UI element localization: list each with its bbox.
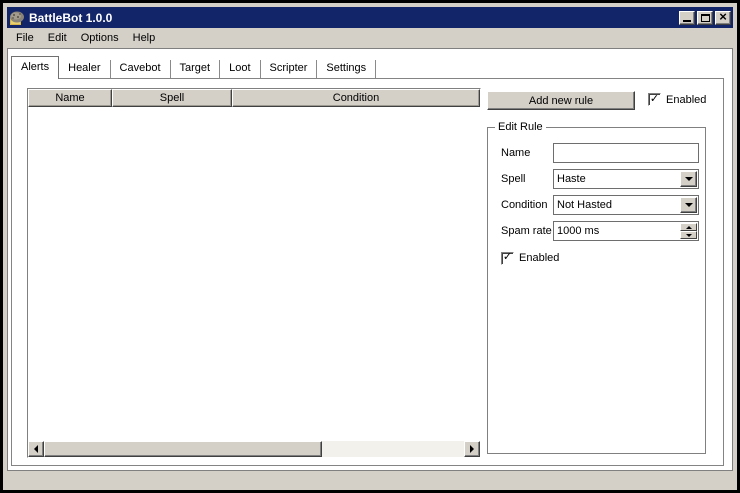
name-input[interactable] [553, 143, 699, 163]
spell-combobox[interactable]: Haste [553, 169, 699, 189]
client-area: Alerts Healer Cavebot Target Loot Script… [7, 48, 733, 471]
spin-up-button[interactable] [680, 223, 697, 231]
tab-loot[interactable]: Loot [220, 60, 260, 78]
spam-rate-spinner [553, 221, 699, 241]
spin-down-button[interactable] [680, 231, 697, 239]
menu-item-help[interactable]: Help [126, 30, 163, 46]
tab-cavebot[interactable]: Cavebot [111, 60, 171, 78]
spell-label: Spell [501, 173, 553, 185]
master-enabled-label: Enabled [666, 94, 706, 106]
dropdown-arrow-icon [685, 203, 693, 211]
close-button[interactable]: × [715, 11, 731, 25]
spell-dropdown-button[interactable] [680, 171, 697, 187]
condition-row: Condition Not Hasted [501, 195, 699, 215]
column-header-name[interactable]: Name [28, 89, 112, 107]
alerts-tab-page: Name Spell Condition Add new rule ✓ [11, 78, 724, 466]
maximize-button[interactable] [697, 11, 713, 25]
menu-item-edit[interactable]: Edit [41, 30, 74, 46]
spam-rate-input[interactable] [554, 222, 679, 240]
add-new-rule-button[interactable]: Add new rule [487, 91, 635, 110]
edit-rule-legend: Edit Rule [495, 121, 546, 133]
check-icon: ✓ [503, 252, 512, 263]
minimize-button[interactable] [679, 11, 695, 25]
scroll-track[interactable] [44, 441, 464, 457]
maximize-icon [701, 14, 710, 22]
app-icon [9, 10, 25, 26]
scroll-thumb[interactable] [44, 441, 322, 457]
dropdown-arrow-icon [685, 177, 693, 185]
spam-rate-label: Spam rate [501, 225, 553, 237]
scroll-left-icon [30, 445, 38, 453]
titlebar[interactable]: BattleBot 1.0.0 × [7, 7, 733, 28]
spam-rate-row: Spam rate [501, 221, 699, 241]
tab-settings[interactable]: Settings [317, 60, 376, 78]
spell-value: Haste [554, 170, 679, 188]
window-title: BattleBot 1.0.0 [29, 11, 112, 25]
rules-list-body[interactable] [28, 107, 480, 441]
spell-row: Spell Haste [501, 169, 699, 189]
edit-rule-group: Edit Rule Name Spell Haste Condition Not [487, 127, 706, 454]
condition-value: Not Hasted [554, 196, 679, 214]
column-header-spell[interactable]: Spell [112, 89, 232, 107]
scroll-left-button[interactable] [28, 441, 44, 457]
master-enabled-checkbox[interactable]: ✓ [648, 93, 661, 106]
rules-list: Name Spell Condition [27, 88, 481, 458]
spam-rate-spin-buttons [680, 223, 697, 239]
tab-healer[interactable]: Healer [59, 60, 110, 78]
horizontal-scrollbar [28, 441, 480, 457]
rule-enabled-row: ✓ Enabled [501, 248, 559, 268]
check-icon: ✓ [650, 94, 659, 105]
tab-alerts[interactable]: Alerts [11, 56, 59, 79]
scroll-right-button[interactable] [464, 441, 480, 457]
tab-target[interactable]: Target [171, 60, 221, 78]
condition-label: Condition [501, 199, 553, 211]
app-window: BattleBot 1.0.0 × File Edit Options Help… [3, 3, 737, 490]
rule-enabled-label: Enabled [519, 252, 559, 264]
name-label: Name [501, 147, 553, 159]
close-icon: × [719, 12, 727, 22]
minimize-icon [683, 20, 691, 22]
name-row: Name [501, 143, 699, 163]
tab-strip: Alerts Healer Cavebot Target Loot Script… [11, 56, 376, 78]
menubar: File Edit Options Help [7, 28, 733, 48]
condition-dropdown-button[interactable] [680, 197, 697, 213]
rules-list-header: Name Spell Condition [28, 89, 480, 107]
caption-buttons: × [679, 11, 731, 25]
column-header-condition[interactable]: Condition [232, 89, 480, 107]
scroll-right-icon [470, 445, 478, 453]
spin-up-icon [686, 223, 692, 229]
menu-item-options[interactable]: Options [74, 30, 126, 46]
master-enabled-row: ✓ Enabled [648, 93, 706, 106]
rule-enabled-checkbox[interactable]: ✓ [501, 252, 514, 265]
condition-combobox[interactable]: Not Hasted [553, 195, 699, 215]
menu-item-file[interactable]: File [9, 30, 41, 46]
spin-down-icon [686, 234, 692, 240]
tab-scripter[interactable]: Scripter [261, 60, 318, 78]
